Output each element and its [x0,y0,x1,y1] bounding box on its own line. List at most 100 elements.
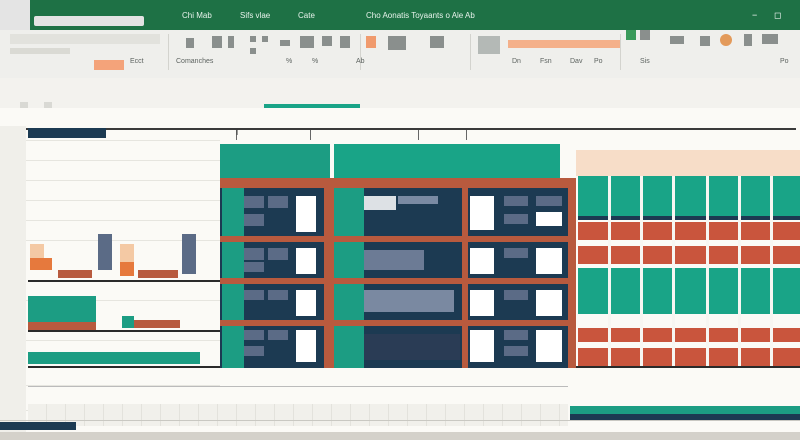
grid-line [26,180,220,181]
cursor-icon: I [236,128,239,137]
font-name-field[interactable] [10,34,160,44]
ribbon-label: % [286,58,293,65]
insert-cells-icon[interactable] [478,36,500,54]
restore-button[interactable]: ◻ [774,10,781,21]
underline-icon[interactable] [250,48,256,54]
format-icon[interactable] [212,36,222,48]
column-gap [608,176,611,366]
rust-row-4 [578,348,800,366]
font-size-field[interactable] [10,48,70,54]
tab-2[interactable]: Sifs vlae [240,11,270,20]
ribbon-label: Ab [356,58,365,65]
wrap-icon[interactable] [322,36,332,46]
column-tick [310,130,311,140]
mini-bar [98,234,112,270]
grid-line [28,386,568,387]
merge-icon[interactable] [300,36,314,48]
rack-shelf [220,320,576,326]
conditional-format-icon[interactable] [366,36,376,48]
rust-block [28,322,96,330]
ribbon-label: Sis [640,58,650,65]
rack-slot [244,290,264,300]
ribbon-label: Po [594,58,603,65]
rack-slot [268,248,288,260]
mini-bar [182,234,196,274]
rack-shelf [220,278,576,284]
ribbon-label: Po [780,58,789,65]
grid-line [26,220,220,221]
table-format-icon[interactable] [388,36,406,50]
tab-4[interactable]: Cho Aonatis Toyaants o Ale Ab [366,11,475,20]
rack-slot [268,196,288,208]
column-gap [640,176,643,366]
ribbon-separator [620,34,621,70]
tab-3[interactable]: Cate [298,11,315,20]
column-tick [466,130,467,140]
tab-1[interactable]: Chi Mab [182,11,212,20]
fill-icon[interactable] [640,30,650,40]
rack-post [568,178,576,368]
teal-row-2 [578,268,800,314]
cell-styles-icon[interactable] [430,36,444,48]
grid-line [0,420,800,421]
row-header-column [0,126,26,432]
rack-panel [364,196,396,210]
rust-row-3 [578,328,800,342]
rack-panel [296,248,316,274]
rack-slot [504,248,528,258]
ideas-icon[interactable] [720,34,732,46]
number-format-icon[interactable] [340,36,350,48]
rust-row-2 [578,246,800,264]
align-icon[interactable] [228,36,234,48]
rack-slot [244,214,264,226]
grid-line [26,160,220,161]
teal-square [122,316,134,328]
rack-top-mid [334,144,438,178]
ribbon-label: Dav [570,58,583,65]
sheet-tab[interactable] [0,422,76,430]
rack-panel [536,330,562,362]
divider [578,216,800,220]
grid-line [26,200,220,201]
share-icon[interactable] [744,34,752,46]
grid-line [26,140,220,141]
selected-header[interactable] [28,128,106,138]
rack-slot [504,214,528,224]
mini-bar [120,262,134,276]
axis-line [28,330,220,332]
minimize-button[interactable]: − [752,10,757,20]
rack-slot [364,250,424,270]
teal-bar [28,352,200,364]
sort-icon[interactable] [670,36,684,44]
title-bar: Chi Mab Sifs vlae Cate Cho Aonatis Toyaa… [0,0,800,30]
bold-icon[interactable] [250,36,256,42]
cell-row[interactable] [28,404,568,426]
column-gap [770,176,773,366]
teal-row-1 [578,176,800,216]
rack-panel [470,248,494,274]
column-gap [706,176,709,366]
mini-bar [30,258,52,270]
status-bar [0,432,800,440]
fill-color-swatch[interactable] [94,60,124,70]
comments-icon[interactable] [762,34,778,44]
rack-slot [244,330,264,340]
italic-icon[interactable] [262,36,268,42]
rack-slot [504,196,528,206]
rack-panel [536,290,562,316]
app-menu-chip[interactable] [0,0,30,30]
rack-slot [536,196,562,206]
rack-top-right [434,144,560,178]
paste-icon[interactable] [186,38,194,48]
teal-footer-bar [570,406,800,414]
grid-line [26,340,220,341]
rack-slot [268,290,288,300]
border-icon[interactable] [280,40,290,46]
ribbon-label: Comanches [176,58,214,65]
sum-icon[interactable] [626,30,636,40]
formatting-bar[interactable] [508,40,620,48]
find-icon[interactable] [700,36,710,46]
quick-access-bar[interactable] [34,16,144,26]
rack-shelf [220,236,576,242]
rack-slot [364,290,454,312]
